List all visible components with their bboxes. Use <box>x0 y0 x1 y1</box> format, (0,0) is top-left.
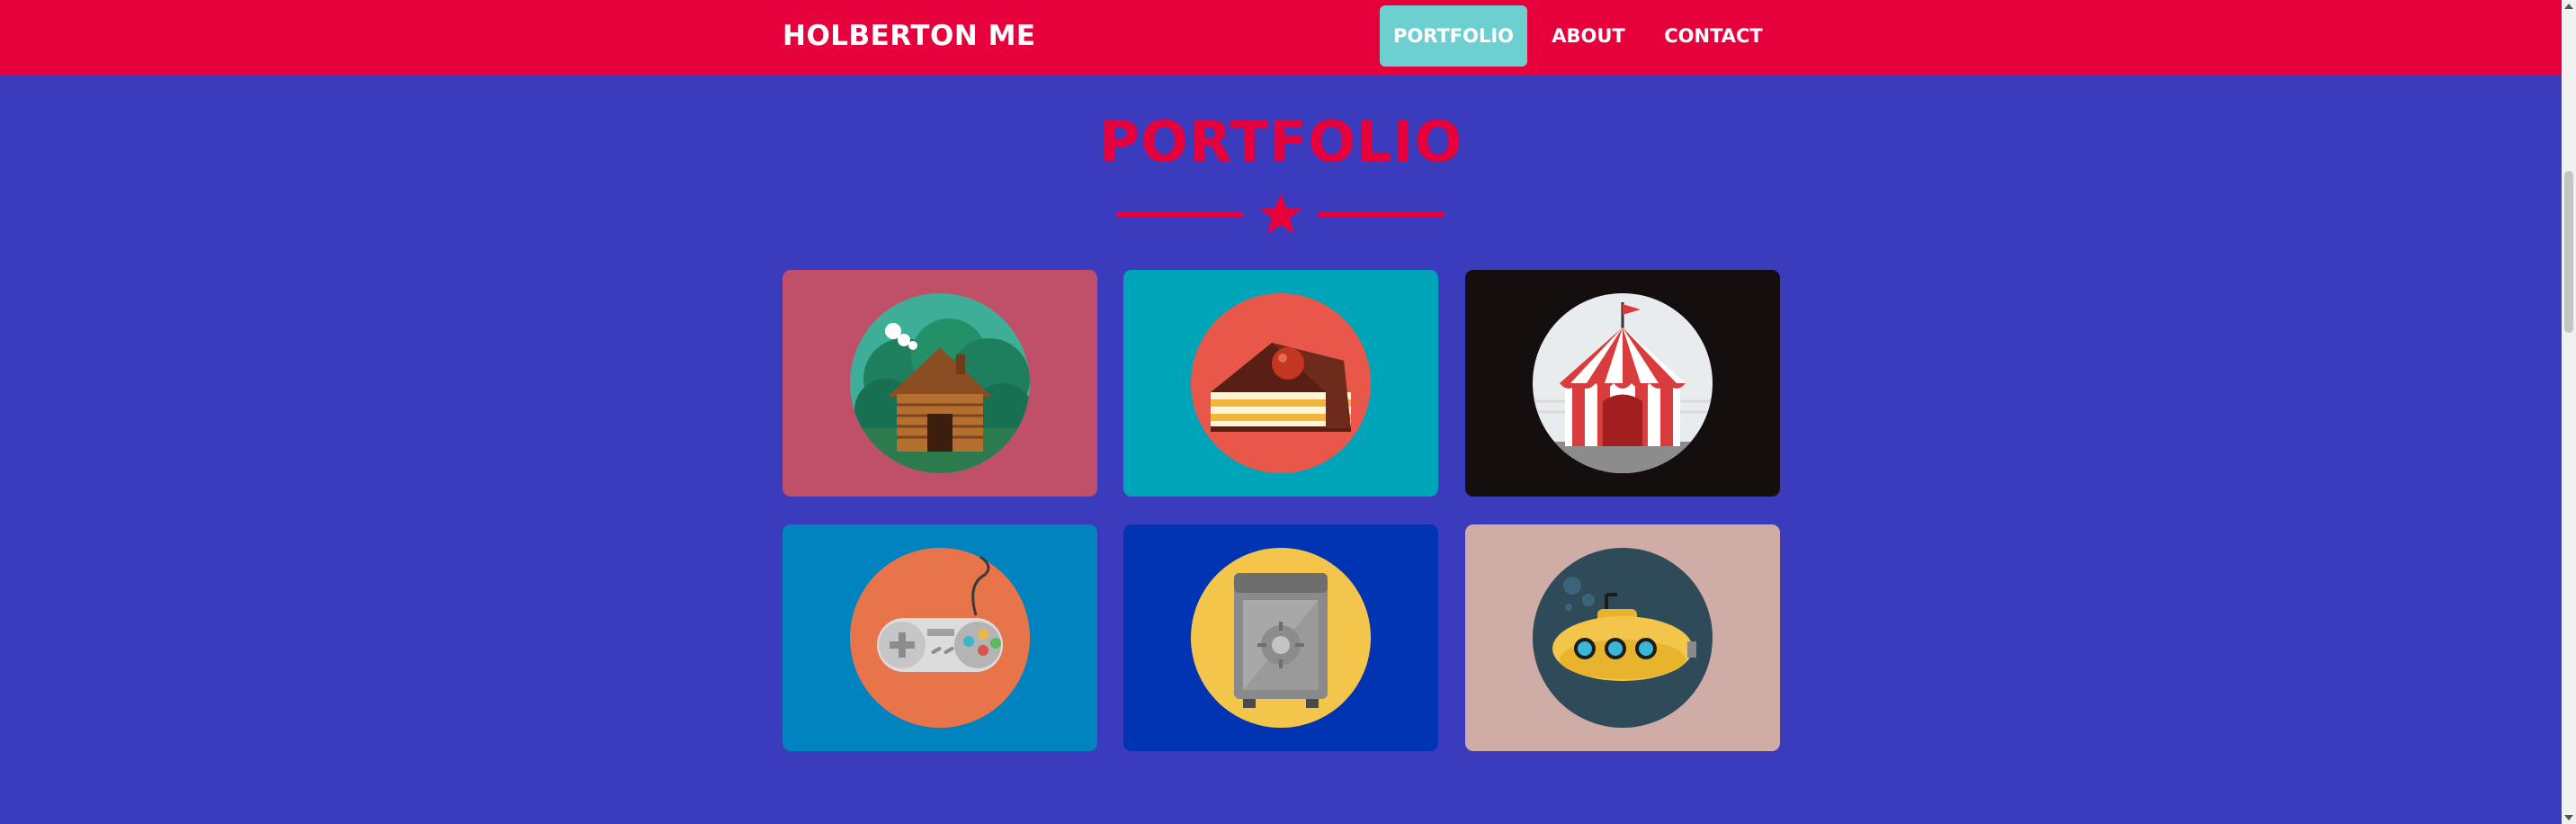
cake-icon <box>1191 293 1371 473</box>
divider-line-left <box>1117 212 1243 218</box>
scrollbar-thumb[interactable] <box>2564 171 2573 333</box>
portfolio-card-safe[interactable] <box>1123 524 1438 751</box>
nav-contact[interactable]: CONTACT <box>1655 5 1772 67</box>
circus-tent-icon <box>1533 293 1713 473</box>
portfolio-card-submarine[interactable] <box>1465 524 1780 751</box>
scrollbar[interactable] <box>2562 0 2576 824</box>
submarine-icon <box>1533 548 1713 728</box>
portfolio-card-controller[interactable] <box>783 524 1097 751</box>
safe-icon <box>1191 548 1371 728</box>
portfolio-heading: PORTFOLIO <box>1098 109 1463 175</box>
scroll-up-icon[interactable] <box>2564 4 2573 9</box>
portfolio-card-cabin[interactable] <box>783 270 1097 497</box>
divider-line-right <box>1319 212 1445 218</box>
cabin-icon <box>850 293 1030 473</box>
nav-portfolio[interactable]: PORTFOLIO <box>1380 5 1527 67</box>
navbar: HOLBERTON ME PORTFOLIO ABOUT CONTACT <box>0 0 2562 76</box>
portfolio-card-circus[interactable] <box>1465 270 1780 497</box>
portfolio-card-cake[interactable] <box>1123 270 1438 497</box>
star-icon <box>1259 193 1302 234</box>
scroll-down-icon[interactable] <box>2564 815 2573 820</box>
game-controller-icon <box>850 548 1030 728</box>
nav-about[interactable]: ABOUT <box>1538 5 1639 67</box>
brand-logo[interactable]: HOLBERTON ME <box>783 16 1036 56</box>
